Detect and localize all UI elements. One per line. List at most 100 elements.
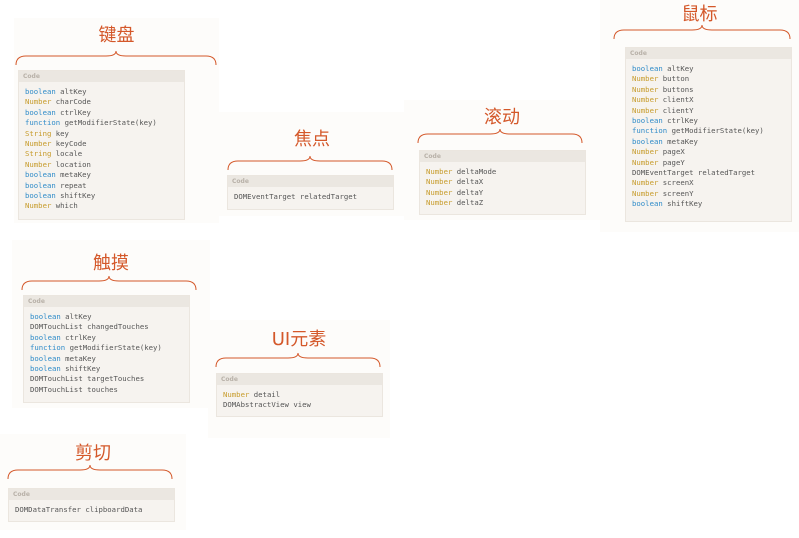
property-type: boolean <box>25 87 56 96</box>
property-type: Number <box>25 159 52 169</box>
property-line: Number deltaY <box>426 188 585 198</box>
group-focus: 焦点 Code DOMEventTarget relatedTarget <box>214 112 410 216</box>
property-line: Number pageY <box>632 158 791 168</box>
curly-brace-icon <box>21 275 197 291</box>
code-card: Code DOMDataTransfer clipboardData <box>8 488 175 522</box>
property-type: Number <box>426 177 453 187</box>
code-header: Code <box>626 48 791 59</box>
property-type: Number <box>632 84 659 94</box>
property-type: Number <box>25 139 52 149</box>
property-name: pageY <box>662 157 685 167</box>
property-name: repeat <box>60 180 87 190</box>
property-type: function <box>30 343 66 353</box>
group-title: 剪切 <box>75 443 111 464</box>
property-type: boolean <box>632 116 663 126</box>
code-header: Code <box>19 71 184 82</box>
property-line: boolean ctrlKey <box>632 116 791 126</box>
curly-brace-icon <box>227 155 393 171</box>
code-header: Code <box>24 296 189 307</box>
property-line: Number deltaMode <box>426 167 585 177</box>
property-line: boolean repeat <box>25 181 184 191</box>
property-line: String locale <box>25 149 184 159</box>
property-line: boolean altKey <box>632 64 791 74</box>
group-touch: 触摸 Code boolean altKey DOMTouchList chang… <box>12 240 210 408</box>
property-line: boolean altKey <box>25 87 184 97</box>
property-type: boolean <box>632 136 663 146</box>
property-name: getModifierState(key) <box>69 343 162 353</box>
code-card: Code boolean altKey DOMTouchList changedT… <box>23 295 190 403</box>
property-type: DOMEventTarget <box>234 192 296 201</box>
property-type: boolean <box>25 191 56 201</box>
property-line: Number screenY <box>632 189 791 199</box>
property-name: deltaX <box>456 177 484 187</box>
group-ui-element: UI元素 Code Number detail DOMAbstractView v… <box>208 320 390 438</box>
property-line: boolean altKey <box>30 312 189 322</box>
property-name: changedTouches <box>87 322 149 332</box>
group-title: 焦点 <box>294 129 330 150</box>
code-header: Code <box>228 176 393 187</box>
property-name: getModifierState(key) <box>671 126 764 136</box>
property-type: Number <box>632 147 659 157</box>
property-name: view <box>293 400 311 410</box>
group-scroll: 滚动 Code Number deltaMode Number deltaX Num… <box>404 100 600 220</box>
group-title: 滚动 <box>484 107 520 128</box>
property-name: relatedTarget <box>697 168 756 178</box>
property-type: Number <box>632 95 659 105</box>
property-type: Number <box>632 105 659 115</box>
property-line: DOMEventTarget relatedTarget <box>234 192 393 202</box>
property-type: DOMTouchList <box>30 322 83 332</box>
property-name: screenY <box>662 188 694 198</box>
property-type: String <box>25 128 52 138</box>
property-name: altKey <box>65 312 92 321</box>
property-name: ctrlKey <box>667 116 698 126</box>
property-type: DOMDataTransfer <box>15 505 81 514</box>
property-name: clientY <box>662 105 694 115</box>
property-line: DOMEventTarget relatedTarget <box>632 168 791 178</box>
group-keyboard: 键盘 Code boolean altKey Number charCode boo… <box>14 18 219 223</box>
code-card: Code boolean altKey Number charCode boolea… <box>18 70 185 220</box>
property-name: getModifierState(key) <box>64 118 157 128</box>
property-type: Number <box>426 187 453 197</box>
property-type: DOMEventTarget <box>632 168 694 178</box>
property-type: String <box>25 149 52 159</box>
property-type: function <box>25 118 61 128</box>
property-name: clipboardData <box>85 505 143 514</box>
property-line: String key <box>25 129 184 139</box>
property-name: buttons <box>662 84 694 94</box>
property-type: Number <box>632 178 659 188</box>
property-name: deltaZ <box>456 198 484 208</box>
property-list: Number deltaMode Number deltaX Number delt… <box>420 162 585 209</box>
property-line: DOMTouchList changedTouches <box>30 322 189 332</box>
property-type: boolean <box>25 170 56 180</box>
property-name: clientX <box>662 95 694 105</box>
property-line: function getModifierState(key) <box>30 343 189 353</box>
property-name: metaKey <box>65 353 96 363</box>
property-list: boolean altKey DOMTouchList changedTouche… <box>24 307 189 395</box>
property-name: ctrlKey <box>60 107 91 117</box>
code-header: Code <box>217 374 382 385</box>
property-type: Number <box>426 198 453 208</box>
property-line: Number clientX <box>632 95 791 105</box>
property-type: Number <box>223 390 250 399</box>
property-line: DOMTouchList touches <box>30 385 189 395</box>
property-line: boolean metaKey <box>25 170 184 180</box>
property-type: boolean <box>30 312 61 321</box>
group-title: UI元素 <box>271 329 327 350</box>
code-card: Code Number deltaMode Number deltaX Number… <box>419 150 586 215</box>
property-line: DOMDataTransfer clipboardData <box>15 505 174 515</box>
property-name: deltaMode <box>456 167 497 176</box>
property-line: Number buttons <box>632 85 791 95</box>
property-type: DOMTouchList <box>30 374 83 384</box>
property-name: shiftKey <box>65 364 101 374</box>
property-line: Number pageX <box>632 147 791 157</box>
property-name: location <box>55 159 91 169</box>
property-line: boolean metaKey <box>30 354 189 364</box>
property-line: Number button <box>632 74 791 84</box>
property-line: Number keyCode <box>25 139 184 149</box>
property-name: relatedTarget <box>299 192 358 201</box>
property-type: boolean <box>30 353 61 363</box>
property-name: charCode <box>55 97 91 107</box>
property-type: Number <box>426 167 453 176</box>
group-title: 鼠标 <box>681 4 718 25</box>
curly-brace-icon <box>215 352 381 368</box>
